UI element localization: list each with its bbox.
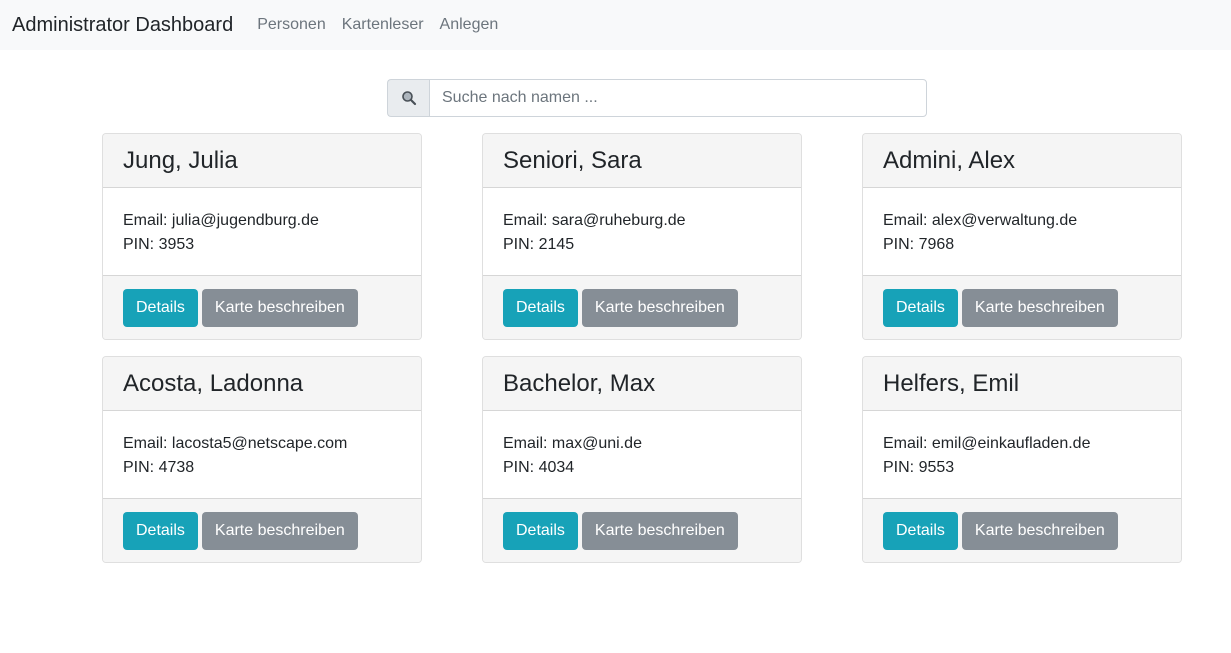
- email-label: Email:: [503, 435, 552, 452]
- email-line: Email: emil@einkaufladen.de: [883, 432, 1161, 456]
- person-name: Acosta, Ladonna: [103, 357, 421, 411]
- pin-value: 3953: [158, 236, 195, 253]
- nav-link-personen[interactable]: Personen: [257, 16, 326, 34]
- email-line: Email: max@uni.de: [503, 432, 781, 456]
- card-actions: Details Karte beschreiben: [483, 498, 801, 562]
- person-card: Seniori, Sara Email: sara@ruheburg.de PI…: [482, 133, 802, 340]
- email-line: Email: sara@ruheburg.de: [503, 209, 781, 233]
- pin-value: 7968: [918, 236, 955, 253]
- person-details: Email: lacosta5@netscape.com PIN: 4738: [103, 411, 421, 498]
- pin-value: 9553: [918, 459, 955, 476]
- brand-title[interactable]: Administrator Dashboard: [12, 14, 233, 37]
- email-label: Email:: [503, 212, 552, 229]
- nav-link-kartenleser[interactable]: Kartenleser: [342, 16, 424, 34]
- email-line: Email: alex@verwaltung.de: [883, 209, 1161, 233]
- email-label: Email:: [123, 435, 172, 452]
- email-value: sara@ruheburg.de: [551, 212, 686, 229]
- person-details: Email: max@uni.de PIN: 4034: [483, 411, 801, 498]
- search-icon: [387, 79, 429, 117]
- write-card-button[interactable]: Karte beschreiben: [961, 511, 1118, 550]
- email-label: Email:: [123, 212, 172, 229]
- person-details: Email: emil@einkaufladen.de PIN: 9553: [863, 411, 1181, 498]
- email-line: Email: julia@jugendburg.de: [123, 209, 401, 233]
- email-value: max@uni.de: [551, 435, 642, 452]
- write-card-button[interactable]: Karte beschreiben: [201, 511, 358, 550]
- person-details: Email: julia@jugendburg.de PIN: 3953: [103, 188, 421, 275]
- card-actions: Details Karte beschreiben: [483, 275, 801, 339]
- details-button[interactable]: Details: [123, 288, 198, 327]
- pin-label: PIN:: [123, 236, 159, 253]
- pin-label: PIN:: [503, 236, 539, 253]
- email-label: Email:: [883, 435, 932, 452]
- card-actions: Details Karte beschreiben: [103, 498, 421, 562]
- email-value: alex@verwaltung.de: [931, 212, 1078, 229]
- write-card-button[interactable]: Karte beschreiben: [581, 511, 738, 550]
- pin-label: PIN:: [883, 459, 919, 476]
- person-card: Bachelor, Max Email: max@uni.de PIN: 403…: [482, 356, 802, 563]
- search-bar: [387, 79, 927, 117]
- person-name: Helfers, Emil: [863, 357, 1181, 411]
- person-card: Jung, Julia Email: julia@jugendburg.de P…: [102, 133, 422, 340]
- person-card: Admini, Alex Email: alex@verwaltung.de P…: [862, 133, 1182, 340]
- pin-value: 4034: [538, 459, 575, 476]
- nav-link-anlegen[interactable]: Anlegen: [440, 16, 499, 34]
- email-value: julia@jugendburg.de: [171, 212, 319, 229]
- details-button[interactable]: Details: [503, 511, 578, 550]
- email-label: Email:: [883, 212, 932, 229]
- person-name: Seniori, Sara: [483, 134, 801, 188]
- details-button[interactable]: Details: [883, 288, 958, 327]
- pin-line: PIN: 7968: [883, 233, 1161, 257]
- person-details: Email: sara@ruheburg.de PIN: 2145: [483, 188, 801, 275]
- card-actions: Details Karte beschreiben: [863, 498, 1181, 562]
- person-name: Admini, Alex: [863, 134, 1181, 188]
- pin-line: PIN: 3953: [123, 233, 401, 257]
- search-input[interactable]: [429, 79, 927, 117]
- pin-label: PIN:: [883, 236, 919, 253]
- pin-value: 2145: [538, 236, 575, 253]
- person-name: Bachelor, Max: [483, 357, 801, 411]
- details-button[interactable]: Details: [883, 511, 958, 550]
- person-details: Email: alex@verwaltung.de PIN: 7968: [863, 188, 1181, 275]
- write-card-button[interactable]: Karte beschreiben: [961, 288, 1118, 327]
- pin-label: PIN:: [503, 459, 539, 476]
- card-actions: Details Karte beschreiben: [103, 275, 421, 339]
- email-value: emil@einkaufladen.de: [931, 435, 1091, 452]
- card-actions: Details Karte beschreiben: [863, 275, 1181, 339]
- person-card: Acosta, Ladonna Email: lacosta5@netscape…: [102, 356, 422, 563]
- email-line: Email: lacosta5@netscape.com: [123, 432, 401, 456]
- write-card-button[interactable]: Karte beschreiben: [581, 288, 738, 327]
- details-button[interactable]: Details: [503, 288, 578, 327]
- navbar: Administrator Dashboard Personen Kartenl…: [0, 0, 1231, 50]
- pin-line: PIN: 4738: [123, 456, 401, 480]
- email-value: lacosta5@netscape.com: [171, 435, 348, 452]
- person-card: Helfers, Emil Email: emil@einkaufladen.d…: [862, 356, 1182, 563]
- person-card-grid: Jung, Julia Email: julia@jugendburg.de P…: [102, 133, 1182, 563]
- details-button[interactable]: Details: [123, 511, 198, 550]
- pin-label: PIN:: [123, 459, 159, 476]
- pin-line: PIN: 4034: [503, 456, 781, 480]
- pin-line: PIN: 9553: [883, 456, 1161, 480]
- person-name: Jung, Julia: [103, 134, 421, 188]
- pin-line: PIN: 2145: [503, 233, 781, 257]
- pin-value: 4738: [158, 459, 195, 476]
- write-card-button[interactable]: Karte beschreiben: [201, 288, 358, 327]
